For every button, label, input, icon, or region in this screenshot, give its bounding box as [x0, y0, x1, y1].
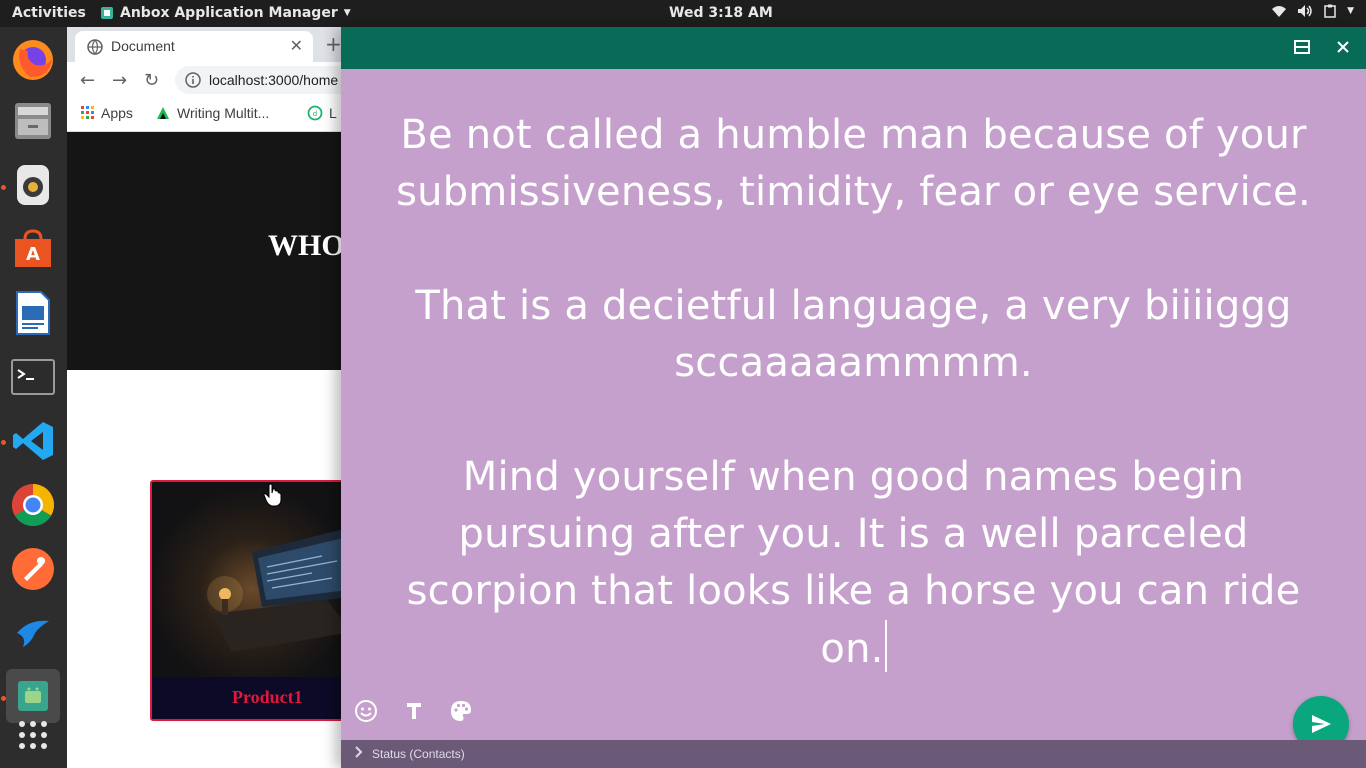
status-audience-bar[interactable]: Status (Contacts) — [341, 740, 1366, 768]
anbox-status-window: Be not called a humble man because of yo… — [341, 27, 1366, 768]
product-image — [152, 482, 343, 677]
apps-grid-icon — [81, 106, 94, 119]
reload-icon[interactable]: ↻ — [144, 70, 159, 91]
vscode-icon — [13, 422, 53, 460]
tab-title: Document — [111, 38, 175, 54]
show-applications-icon — [19, 721, 47, 749]
firefox-icon — [13, 40, 53, 80]
status-audience-label: Status (Contacts) — [372, 747, 465, 761]
dock-firefox[interactable] — [6, 33, 60, 87]
forward-icon[interactable]: → — [112, 70, 127, 91]
text-font-icon[interactable] — [402, 699, 426, 723]
anbox-small-icon — [101, 7, 113, 19]
hand-cursor-icon — [263, 483, 282, 507]
libreoffice-writer-icon — [16, 291, 50, 335]
browser-tab[interactable]: Document ✕ — [75, 31, 313, 62]
rhythmbox-icon — [17, 165, 49, 205]
dropdown-arrow-icon: ▼ — [343, 8, 351, 18]
dock-rhythmbox[interactable] — [6, 158, 60, 212]
address-bar[interactable]: localhost:3000/home — [175, 66, 343, 94]
clipboard-icon — [1324, 4, 1336, 18]
browser-toolbar: ← → ↻ localhost:3000/home — [67, 62, 343, 98]
send-icon — [1312, 715, 1331, 733]
close-icon[interactable] — [1336, 40, 1350, 54]
status-text-input[interactable]: Be not called a humble man because of yo… — [371, 107, 1336, 678]
app-menu[interactable]: Anbox Application Manager ▼ — [100, 5, 351, 21]
dock-chrome[interactable] — [6, 478, 60, 532]
bird-app-icon — [17, 620, 49, 647]
volume-icon — [1298, 5, 1312, 17]
dock-writer[interactable] — [6, 286, 60, 340]
palette-icon[interactable] — [449, 699, 473, 723]
back-icon[interactable]: ← — [80, 70, 95, 91]
emoji-icon[interactable] — [354, 699, 378, 723]
text-caret — [884, 620, 887, 672]
dock-terminal[interactable] — [6, 350, 60, 404]
page-hero: WHO — [67, 132, 343, 370]
bookmark-apps-label: Apps — [101, 105, 133, 121]
info-icon — [185, 72, 201, 88]
files-icon — [15, 103, 51, 139]
hero-heading: WHO — [268, 229, 343, 262]
product-title: Product1 — [232, 687, 303, 707]
terminal-icon — [11, 359, 55, 395]
dock-vscode[interactable] — [6, 414, 60, 468]
chrome-icon — [11, 484, 55, 527]
clock[interactable]: Wed 3:18 AM — [669, 5, 773, 21]
dock-show-applications[interactable] — [6, 708, 60, 762]
bookmark-third-label: L — [329, 105, 337, 121]
dock-software[interactable]: A — [6, 222, 60, 276]
bookmark-writing-label: Writing Multit... — [177, 105, 270, 121]
system-tray[interactable]: ▼ — [1271, 4, 1354, 18]
app-menu-label: Anbox Application Manager — [120, 5, 338, 21]
chevron-right-icon — [355, 746, 363, 761]
bookmark-writing[interactable]: Writing Multit... — [155, 105, 269, 121]
bookmarks-bar: Apps Writing Multit... d L — [67, 98, 343, 132]
browser-window: Document ✕ + ← → ↻ localhost:3000/home A… — [67, 27, 343, 768]
svg-text:d: d — [313, 110, 317, 118]
dock-files[interactable] — [6, 94, 60, 148]
postman-icon — [12, 548, 54, 590]
top-bar: Activities Anbox Application Manager ▼ W… — [0, 0, 1366, 27]
software-center-icon: A — [15, 229, 51, 267]
dock-postman[interactable] — [6, 542, 60, 596]
bookmark-circle-icon: d — [307, 105, 323, 121]
dock-bird-app[interactable] — [6, 606, 60, 660]
window-titlebar — [341, 27, 1366, 69]
tab-strip: Document ✕ + — [67, 27, 343, 62]
status-text-content: Be not called a humble man because of yo… — [396, 112, 1311, 672]
bookmark-apps[interactable]: Apps — [81, 105, 133, 121]
bookmark-favicon-icon — [157, 107, 169, 119]
product-card[interactable]: Product1 — [150, 480, 343, 721]
laptop-photo-art — [207, 529, 343, 652]
wifi-icon — [1272, 6, 1287, 17]
url-text: localhost:3000/home — [209, 72, 339, 88]
product-caption: Product1 — [152, 677, 343, 719]
bookmark-third[interactable]: d L — [307, 105, 337, 121]
activities-button[interactable]: Activities — [12, 5, 86, 21]
tab-close-icon[interactable]: ✕ — [290, 36, 303, 56]
dock: A — [0, 27, 67, 768]
svg-text:A: A — [26, 244, 40, 265]
globe-icon — [87, 39, 103, 55]
system-menu-arrow-icon: ▼ — [1347, 6, 1354, 16]
new-tab-button[interactable]: + — [325, 32, 342, 56]
maximize-icon[interactable] — [1294, 40, 1310, 54]
